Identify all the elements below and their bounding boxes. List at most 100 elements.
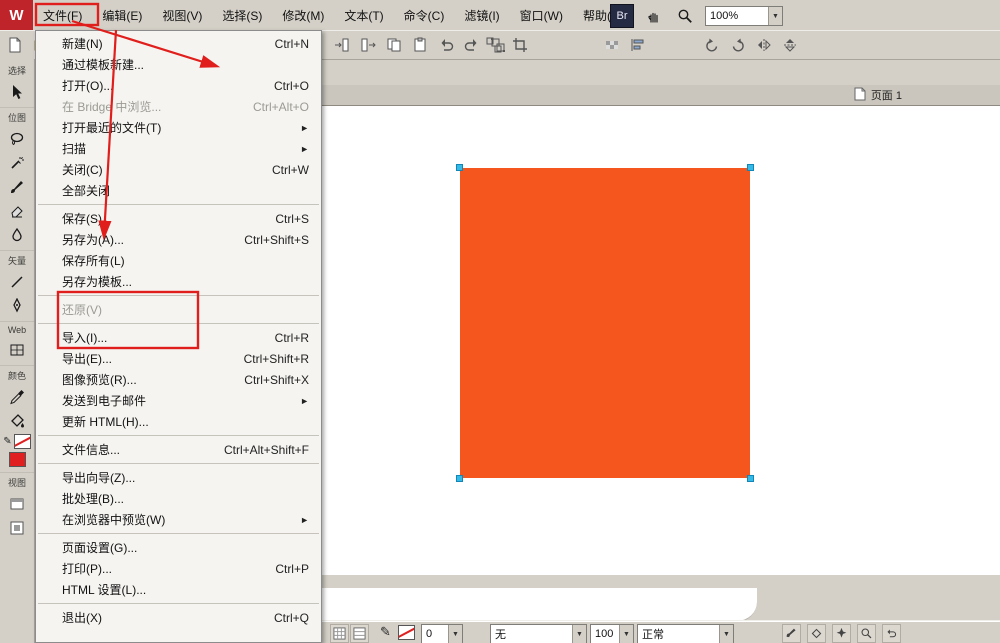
menu-item-save-all[interactable]: 保存所有(L) <box>36 250 321 271</box>
flip-horizontal-icon[interactable] <box>752 33 776 57</box>
menu-item-update-html[interactable]: 更新 HTML(H)... <box>36 411 321 432</box>
eyedropper-tool-icon[interactable] <box>5 386 29 407</box>
new-document-icon[interactable] <box>3 33 27 57</box>
history-panel-icon[interactable] <box>882 624 901 643</box>
effects-panel-icon[interactable] <box>832 624 851 643</box>
menu-item-send-to-email[interactable]: 发送到电子邮件 ► <box>36 390 321 411</box>
edge-select[interactable]: 无 ▼ <box>490 624 587 643</box>
menu-item-label: 在 Bridge 中浏览... <box>62 100 162 114</box>
menu-item-close-all[interactable]: 全部关闭 <box>36 180 321 201</box>
menubar-edit[interactable]: 编辑(E) <box>92 0 152 30</box>
menu-item-export[interactable]: 导出(E)... Ctrl+Shift+R <box>36 348 321 369</box>
menubar-window[interactable]: 窗口(W) <box>510 0 573 30</box>
menu-item-new-from-template[interactable]: 通过模板新建... <box>36 54 321 75</box>
menubar-select[interactable]: 选择(S) <box>212 0 272 30</box>
chevron-down-icon[interactable]: ▼ <box>768 7 782 25</box>
menu-item-export-wizard[interactable]: 导出向导(Z)... <box>36 467 321 488</box>
menu-item-shortcut: Ctrl+Alt+Shift+F <box>223 442 309 457</box>
slice-tool-icon[interactable] <box>5 339 29 360</box>
redo-icon[interactable] <box>460 33 484 57</box>
menu-item-print[interactable]: 打印(P)... Ctrl+P <box>36 558 321 579</box>
tools-section-view: 视图 <box>0 472 34 490</box>
menu-item-shortcut: Ctrl+P <box>275 561 309 576</box>
menu-item-open-recent[interactable]: 打开最近的文件(T) ► <box>36 117 321 138</box>
full-screen-mode-icon[interactable] <box>5 517 29 538</box>
menubar-filters[interactable]: 滤镜(I) <box>454 0 509 30</box>
menu-item-save[interactable]: 保存(S) Ctrl+S <box>36 208 321 229</box>
props-rows-icon[interactable] <box>350 624 369 643</box>
transparency-icon[interactable] <box>600 33 624 57</box>
menu-item-image-preview[interactable]: 图像预览(R)... Ctrl+Shift+X <box>36 369 321 390</box>
rotate-ccw-icon[interactable] <box>700 33 724 57</box>
page-tab-label[interactable]: 页面 1 <box>871 87 902 103</box>
standard-screen-mode-icon[interactable] <box>5 493 29 514</box>
stroke-panel-icon[interactable] <box>782 624 801 643</box>
selected-orange-rectangle[interactable] <box>456 164 754 482</box>
menubar-modify[interactable]: 修改(M) <box>272 0 334 30</box>
menu-item-html-setup[interactable]: HTML 设置(L)... <box>36 579 321 600</box>
magic-wand-tool-icon[interactable] <box>5 152 29 173</box>
props-grid-icon[interactable] <box>330 624 349 643</box>
selection-handle-bottom-right[interactable] <box>747 475 754 482</box>
selection-handle-top-left[interactable] <box>456 164 463 171</box>
copy-icon[interactable] <box>382 33 406 57</box>
tools-section-bitmap: 位图 <box>0 107 34 125</box>
eraser-tool-icon[interactable] <box>5 200 29 221</box>
menubar-commands[interactable]: 命令(C) <box>394 0 455 30</box>
menubar-text[interactable]: 文本(T) <box>334 0 393 30</box>
brush-tool-icon[interactable] <box>5 176 29 197</box>
tip-size-input[interactable]: 0 ▼ <box>421 624 463 643</box>
menu-item-label: 导入(I)... <box>62 331 108 345</box>
undo-icon[interactable] <box>434 33 458 57</box>
selection-handle-top-right[interactable] <box>747 164 754 171</box>
crop-tool-icon[interactable] <box>508 33 532 57</box>
optimize-panel-icon[interactable] <box>857 624 876 643</box>
paint-bucket-tool-icon[interactable] <box>5 410 29 431</box>
stroke-color-well[interactable] <box>13 434 31 449</box>
menu-item-save-as-template[interactable]: 另存为模板... <box>36 271 321 292</box>
menu-item-open[interactable]: 打开(O)... Ctrl+O <box>36 75 321 96</box>
menu-item-batch-process[interactable]: 批处理(B)... <box>36 488 321 509</box>
fill-panel-icon[interactable] <box>807 624 826 643</box>
menu-item-file-info[interactable]: 文件信息... Ctrl+Alt+Shift+F <box>36 439 321 460</box>
menu-item-close[interactable]: 关闭(C) Ctrl+W <box>36 159 321 180</box>
lasso-tool-icon[interactable] <box>5 128 29 149</box>
export-icon[interactable] <box>356 33 380 57</box>
hand-tool-icon[interactable] <box>643 5 665 27</box>
chevron-down-icon[interactable]: ▼ <box>619 625 633 643</box>
chevron-down-icon[interactable]: ▼ <box>572 625 586 643</box>
chevron-down-icon[interactable]: ▼ <box>448 625 462 643</box>
blur-tool-icon[interactable] <box>5 224 29 245</box>
blend-mode-select[interactable]: 正常 ▼ <box>637 624 734 643</box>
menu-item-import[interactable]: 导入(I)... Ctrl+R <box>36 327 321 348</box>
opacity-input[interactable]: 100 ▼ <box>590 624 634 643</box>
pointer-tool-icon[interactable] <box>5 81 29 102</box>
stroke-color-box[interactable] <box>398 625 415 640</box>
ungroup-icon[interactable] <box>482 33 506 57</box>
line-tool-icon[interactable] <box>5 271 29 292</box>
rotate-cw-icon[interactable] <box>726 33 750 57</box>
flip-vertical-icon[interactable] <box>778 33 802 57</box>
menubar-file[interactable]: 文件(F) <box>33 0 92 30</box>
menu-item-label: 关闭(C) <box>62 163 103 177</box>
fill-color-row <box>8 452 26 467</box>
menu-item-scan[interactable]: 扫描 ► <box>36 138 321 159</box>
bridge-button[interactable]: Br <box>610 4 634 28</box>
zoom-level-select[interactable]: 100% ▼ <box>705 6 783 26</box>
pen-tool-icon[interactable] <box>5 295 29 316</box>
menu-item-preview-in-browser[interactable]: 在浏览器中预览(W) ► <box>36 509 321 530</box>
menu-item-new[interactable]: 新建(N) Ctrl+N <box>36 33 321 54</box>
menu-item-exit[interactable]: 退出(X) Ctrl+Q <box>36 607 321 628</box>
selection-handle-bottom-left[interactable] <box>456 475 463 482</box>
menu-item-shortcut: Ctrl+N <box>274 36 309 51</box>
paste-icon[interactable] <box>408 33 432 57</box>
chevron-down-icon[interactable]: ▼ <box>719 625 733 643</box>
zoom-tool-icon[interactable] <box>674 5 696 27</box>
align-icon[interactable] <box>626 33 650 57</box>
app-logo-icon[interactable]: W <box>0 0 33 30</box>
menu-item-save-as[interactable]: 另存为(A)... Ctrl+Shift+S <box>36 229 321 250</box>
import-icon[interactable] <box>330 33 354 57</box>
fill-color-well[interactable] <box>8 452 26 467</box>
menubar-view[interactable]: 视图(V) <box>152 0 212 30</box>
menu-item-page-setup[interactable]: 页面设置(G)... <box>36 537 321 558</box>
